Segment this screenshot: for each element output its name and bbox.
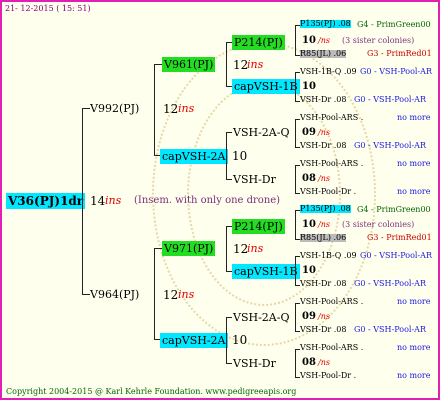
bottom-baa-more[interactable]: no more (397, 298, 430, 306)
top-abb-suffix: G0 - VSH-Pool-AR (354, 95, 426, 104)
top-ba-ins-label: /ns (318, 128, 330, 137)
bottom-bab-suffix: G0 - VSH-Pool-AR (354, 325, 426, 334)
top-aab-suffix: G3 - PrimRed01 (367, 49, 432, 58)
bottom-bb-num: 08 (302, 357, 316, 368)
top-bb-ins-label: /ns (318, 174, 330, 183)
top-ins-count: 12 (163, 102, 179, 116)
bottom-abb-node[interactable]: VSH-Dr .08 (300, 280, 346, 288)
bottom-bba-node[interactable]: VSH-Pool-ARS . (300, 344, 363, 352)
top-bba-node[interactable]: VSH-Pool-ARS . (300, 160, 363, 168)
bottom-ba-node[interactable]: VSH-2A-Q (233, 312, 289, 323)
top-ab-node[interactable]: capVSH-1B (232, 79, 300, 94)
top-baa-more[interactable]: no more (397, 114, 430, 122)
bottom-bb-node[interactable]: VSH-Dr (233, 358, 276, 369)
bottom-aa-ins-label: /ns (318, 220, 330, 229)
bottom-ba-num: 09 (302, 311, 316, 322)
top-baa-node[interactable]: VSH-Pool-ARS . (300, 114, 363, 122)
top-aaa-node[interactable]: P135(PJ) .08 (300, 20, 351, 28)
top-aba-suffix: G0 - VSH-Pool-AR (360, 67, 432, 76)
top-a-node[interactable]: V961(PJ) (162, 57, 216, 72)
top-bbb-node[interactable]: VSH-Pool-Dr . (300, 188, 356, 196)
top-aba-node[interactable]: VSH-1B-Q .09 (300, 68, 357, 76)
bottom-bbb-node[interactable]: VSH-Pool-Dr . (300, 372, 356, 380)
bottom-bab-node[interactable]: VSH-Dr .08 (300, 326, 346, 334)
root-ins-label: ins (105, 194, 122, 207)
bottom-ab-num: 10 (302, 265, 316, 276)
root-note: (Insem. with only one drone) (134, 195, 281, 206)
bottom-aa-num: 10 (302, 219, 316, 230)
bottom-aba-node[interactable]: VSH-1B-Q .09 (300, 252, 357, 260)
bottom-aab-node[interactable]: R85(JL) .06 (300, 234, 347, 242)
top-bab-suffix: G0 - VSH-Pool-AR (354, 141, 426, 150)
bottom-b-node[interactable]: capVSH-2A (160, 333, 228, 348)
bottom-bb-ins-label: /ns (318, 358, 330, 367)
pedigree-frame: 21- 12-2015 ( 15: 51) V36(PJ)1dr 14 ins … (0, 0, 440, 400)
top-bba-more[interactable]: no more (397, 160, 430, 168)
date-stamp: 21- 12-2015 ( 15: 51) (5, 4, 91, 13)
bottom-aaa-suffix: G4 - PrimGreen00 (357, 205, 431, 214)
bottom-aab-suffix: G3 - PrimRed01 (367, 233, 432, 242)
top-sire-node[interactable]: V992(PJ) (90, 103, 139, 114)
bottom-aa-note: (3 sister colonies) (342, 220, 415, 229)
top-ba-num: 09 (302, 127, 316, 138)
bottom-ins-label: ins (178, 288, 195, 301)
top-aa-note: (3 sister colonies) (342, 36, 415, 45)
top-a-ins-count: 12 (233, 58, 249, 72)
bottom-a-ins-count: 12 (233, 242, 249, 256)
top-abb-node[interactable]: VSH-Dr .08 (300, 96, 346, 104)
footer-copyright: Copyright 2004-2015 @ Karl Kehrle Founda… (6, 387, 297, 396)
top-ba-node[interactable]: VSH-2A-Q (233, 127, 289, 138)
top-bb-node[interactable]: VSH-Dr (233, 174, 276, 185)
top-aab-node[interactable]: R85(JL) .06 (300, 50, 347, 58)
top-bb-num: 08 (302, 173, 316, 184)
top-b-node[interactable]: capVSH-2A (160, 149, 228, 164)
bottom-ab-node[interactable]: capVSH-1B (232, 264, 300, 279)
top-aa-num: 10 (302, 35, 316, 46)
root-node[interactable]: V36(PJ)1dr (6, 193, 86, 209)
bottom-abb-suffix: G0 - VSH-Pool-AR (354, 279, 426, 288)
root-ins-count: 14 (90, 194, 106, 208)
top-a-ins-label: ins (247, 58, 264, 71)
top-b-num: 10 (232, 149, 248, 163)
top-ab-num: 10 (302, 81, 316, 92)
bottom-ins-count: 12 (163, 288, 179, 302)
bottom-b-num: 10 (232, 333, 248, 347)
bottom-baa-node[interactable]: VSH-Pool-ARS . (300, 298, 363, 306)
bottom-aa-node[interactable]: P214(PJ) (232, 219, 285, 234)
bottom-bba-more[interactable]: no more (397, 344, 430, 352)
top-aa-ins-label: /ns (318, 36, 330, 45)
bottom-sire-node[interactable]: V964(PJ) (90, 289, 139, 300)
bottom-a-node[interactable]: V971(PJ) (162, 241, 216, 256)
bottom-ba-ins-label: /ns (318, 312, 330, 321)
top-bab-node[interactable]: VSH-Dr .08 (300, 142, 346, 150)
top-aa-node[interactable]: P214(PJ) (232, 35, 285, 50)
top-bbb-more[interactable]: no more (397, 188, 430, 196)
top-aaa-suffix: G4 - PrimGreen00 (357, 20, 431, 29)
bottom-bbb-more[interactable]: no more (397, 372, 430, 380)
top-ins-label: ins (178, 102, 195, 115)
bottom-a-ins-label: ins (247, 242, 264, 255)
bottom-aba-suffix: G0 - VSH-Pool-AR (360, 251, 432, 260)
bottom-aaa-node[interactable]: P135(PJ) .08 (300, 205, 351, 213)
